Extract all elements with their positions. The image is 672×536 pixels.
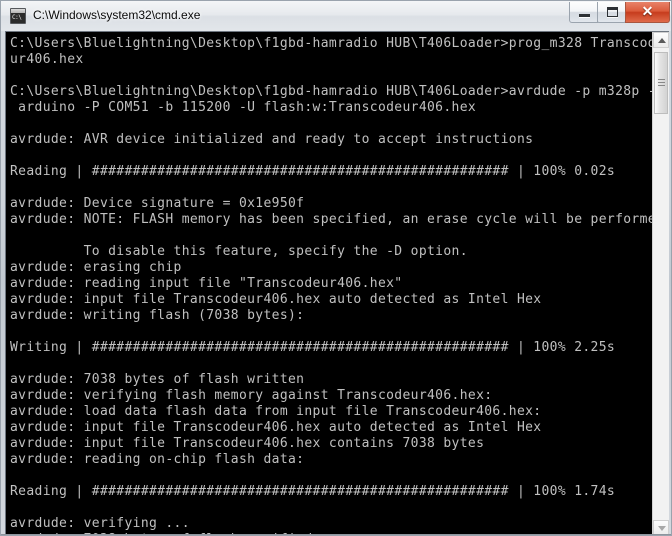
- window-title: C:\Windows\system32\cmd.exe: [33, 8, 201, 22]
- minimize-icon: [579, 14, 590, 17]
- console-client-area: C:\Users\Bluelightning\Desktop\f1gbd-ham…: [5, 31, 669, 535]
- console-scrollbar[interactable]: [652, 32, 669, 535]
- window-bottom-edge: [1, 534, 671, 535]
- close-icon: ✕: [641, 3, 654, 19]
- scrollbar-track[interactable]: [653, 48, 669, 520]
- scroll-up-button[interactable]: [653, 32, 669, 48]
- cmd-icon-glyph: C:\: [12, 14, 22, 21]
- console-screen[interactable]: C:\Users\Bluelightning\Desktop\f1gbd-ham…: [6, 32, 652, 535]
- maximize-button[interactable]: [597, 2, 626, 23]
- close-button[interactable]: ✕: [625, 2, 670, 23]
- chevron-down-icon: [658, 526, 666, 531]
- title-bar[interactable]: C:\ C:\Windows\system32\cmd.exe ✕: [1, 1, 671, 30]
- grip-icon: [658, 79, 665, 86]
- scrollbar-thumb[interactable]: [654, 52, 668, 114]
- console-output: C:\Users\Bluelightning\Desktop\f1gbd-ham…: [10, 36, 652, 535]
- minimize-button[interactable]: [569, 2, 598, 23]
- chevron-up-icon: [658, 38, 666, 43]
- maximize-icon: [607, 7, 618, 17]
- caption-buttons: ✕: [569, 2, 670, 24]
- cmd-console-icon[interactable]: C:\: [10, 8, 26, 24]
- cmd-window: C:\ C:\Windows\system32\cmd.exe ✕ C:\Use…: [0, 0, 672, 536]
